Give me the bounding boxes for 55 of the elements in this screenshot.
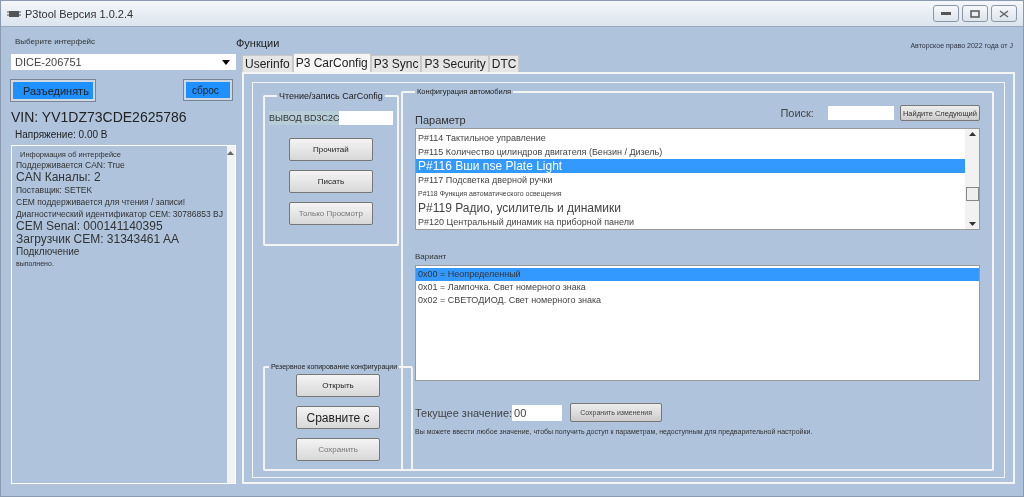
parameter-item[interactable]: P#115 Количество цилиндров двигателя (Бензин / Дизель) xyxy=(416,145,965,159)
close-button[interactable] xyxy=(991,5,1017,22)
scrollbar[interactable] xyxy=(965,129,979,229)
tab[interactable]: P3 Sync xyxy=(370,55,422,72)
parameter-item[interactable]: P#117 Подсветка дверной ручки xyxy=(416,173,965,187)
parameter-item[interactable]: P#114 Тактильное управление xyxy=(416,131,965,145)
log-line: CAN Каналы: 2 xyxy=(16,171,102,184)
variant-item[interactable]: 0x01 = Лампочка. Свет номерного знака xyxy=(416,281,979,294)
tab[interactable]: Userinfo xyxy=(242,55,293,72)
tab[interactable]: P3 Security xyxy=(421,55,489,72)
variant-item[interactable]: 0x00 = Неопределенный xyxy=(416,268,979,281)
vin-text: VIN: YV1DZ73CDE2625786 xyxy=(11,109,188,125)
window-title: P3tool Версия 1.0.2.4 xyxy=(25,7,134,20)
action-button[interactable]: Открыть xyxy=(296,374,381,397)
interface-dropdown[interactable]: DICE-206751 xyxy=(11,54,236,70)
scroll-up-icon xyxy=(968,132,976,136)
maximize-icon xyxy=(970,9,980,18)
current-value-field[interactable]: 00 xyxy=(512,404,563,421)
scroll-down-icon xyxy=(968,222,976,226)
minimize-button[interactable] xyxy=(933,5,959,22)
log-line: CEM Senal: 000141140395 xyxy=(16,220,164,233)
tab[interactable]: P3 CarConfig xyxy=(292,53,371,72)
variant-label: Вариант xyxy=(415,252,448,261)
scroll-up-icon xyxy=(227,151,235,155)
log-line: Загрузчик CEM: 31343461 AA xyxy=(16,233,180,246)
log-line: Поддерживается CAN: True xyxy=(16,159,126,171)
voltage-text: Напряжение: 0.00 В xyxy=(15,129,109,140)
disconnect-button[interactable]: Разъединять xyxy=(11,80,95,101)
action-button[interactable]: Писать xyxy=(288,170,373,193)
minimize-icon xyxy=(941,11,951,16)
interface-label: Выберите интерфейс xyxy=(15,37,97,46)
parameter-item[interactable]: P#119 Радио, усилитель и динамики xyxy=(416,201,965,215)
action-button[interactable]: Прочитай xyxy=(288,138,373,161)
group-title: Чтение/запись CarConfig xyxy=(278,91,384,101)
search-label: Поиск: xyxy=(780,107,814,119)
current-value-label: Текущее значение: xyxy=(415,406,513,419)
chip-icon xyxy=(7,8,21,19)
log-line: Диагностический идентификатор CEM: 30786853 BJ xyxy=(16,208,223,220)
parameter-label: Параметр xyxy=(415,114,466,126)
output-field: ВЫВОД BD3C2C xyxy=(269,111,393,125)
close-icon xyxy=(999,9,1009,18)
tab[interactable]: DTC xyxy=(488,55,520,72)
action-button[interactable]: Сравните с xyxy=(296,406,381,429)
reset-button[interactable]: сброс xyxy=(184,80,232,100)
scroll-thumb[interactable] xyxy=(965,187,979,201)
parameter-item[interactable]: P#120 Центральный динамик на приборной панели xyxy=(416,215,965,229)
search-field[interactable] xyxy=(827,106,894,120)
variant-item[interactable]: 0x02 = СВЕТОДИОД. Свет номерного знака xyxy=(416,294,979,307)
log-line: Поставщик: SETEK xyxy=(16,184,94,196)
scrollbar[interactable] xyxy=(226,146,235,483)
log-line: Подключение xyxy=(16,246,81,258)
log-line: CEM поддерживается для чтения / записи! xyxy=(16,196,187,208)
functions-label: Функции xyxy=(236,37,280,49)
dropdown-arrow-icon xyxy=(222,59,230,65)
maximize-button[interactable] xyxy=(962,5,988,22)
